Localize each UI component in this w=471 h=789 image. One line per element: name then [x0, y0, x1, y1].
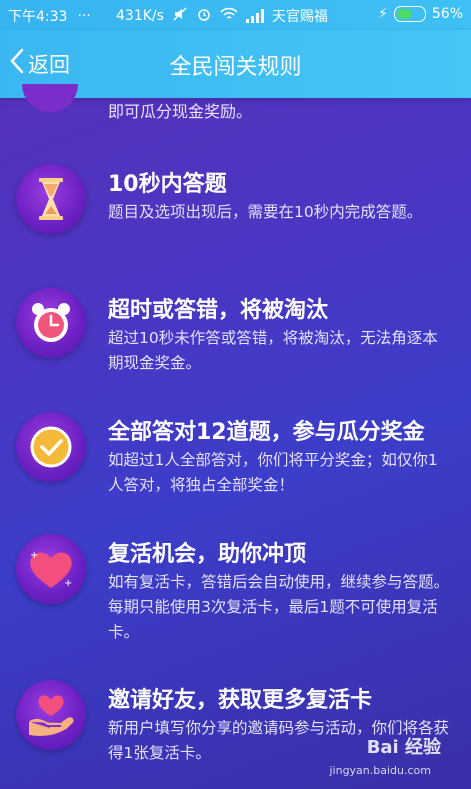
charging-icon: ⚡: [378, 6, 388, 22]
status-time: 下午4:33: [8, 9, 68, 25]
battery-percent: 56%: [431, 6, 463, 22]
rule-desc: 如有复活卡，答错后会自动使用，继续参与答题。每期只能使用3次复活卡，最后1题不可…: [108, 573, 450, 641]
status-bar: 下午4:33 ··· 431K/s 天官赐福 ⚡ 56%: [0, 0, 471, 30]
signal-icon: [245, 9, 264, 23]
status-left: 下午4:33 ···: [8, 6, 91, 26]
rule-title: 超时或答错，将被淘汰: [108, 298, 329, 323]
page-title: 全民闯关规则: [169, 55, 302, 80]
network-speed: 431K/s: [116, 8, 164, 24]
status-right: ⚡ 56%: [378, 6, 463, 22]
partial-rule-desc: 即可瓜分现金奖励。: [108, 102, 253, 121]
rule-desc: 如超过1人全部答对，你们将平分奖金；如仅你1人答对，将独占全部奖金！: [108, 451, 438, 494]
carrier-name: 天官赐福: [271, 9, 328, 25]
svg-text:+: +: [30, 550, 38, 561]
rule-title: 全部答对12道题，参与瓜分奖金: [108, 420, 425, 445]
watermark-url: jingyan.baidu.com: [329, 764, 431, 777]
battery-icon: [393, 6, 426, 22]
rule-title: 邀请好友，获取更多复活卡: [108, 688, 373, 713]
watermark-brand: Bai 经验: [366, 737, 441, 758]
rule-desc: 超过10秒未作答或答错，将被淘汰，无法角逐本期现金奖金。: [108, 329, 438, 372]
alarm-clock-icon: [16, 288, 86, 358]
rule-title: 10秒内答题: [108, 172, 227, 197]
mute-icon: [172, 6, 188, 26]
check-circle-icon: [16, 412, 86, 482]
rule-title: 复活机会，助你冲顶: [108, 542, 307, 567]
svg-text:+: +: [64, 578, 72, 589]
wifi-icon: [220, 7, 238, 25]
more-dots-icon: ···: [77, 8, 91, 24]
hand-heart-icon: [16, 680, 86, 750]
hourglass-icon: [16, 164, 86, 234]
rule-desc: 题目及选项出现后，需要在10秒内完成答题。: [108, 203, 423, 221]
heart-plus-icon: + +: [16, 534, 86, 604]
alarm-icon: [196, 6, 212, 26]
partial-rule-icon: [22, 84, 78, 112]
status-mid: 431K/s 天官赐福: [116, 6, 328, 26]
